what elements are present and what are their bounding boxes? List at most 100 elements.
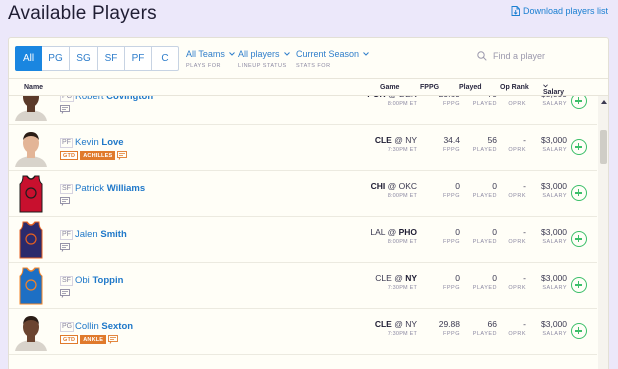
news-note-icon[interactable] [60,243,70,252]
game-info: CLE @ NY 7:30PM ET [375,273,417,291]
tab-pg[interactable]: PG [42,46,70,71]
news-note-icon[interactable] [60,289,70,298]
played-cell: 0 PLAYED [473,273,497,291]
first-name: Jalen [75,229,98,240]
oprank-value: - [523,227,526,237]
salary-label: SALARY [542,193,567,199]
away-team: POR [367,96,385,99]
salary-cell: $3,000 SALARY [541,181,567,199]
player-name-link[interactable]: Jalen Smith [75,229,127,240]
tab-pf[interactable]: PF [125,46,152,71]
news-note-icon[interactable] [108,335,119,344]
played-value: 0 [492,273,497,283]
salary-cell: $3,000 SALARY [541,96,567,107]
player-row[interactable]: PG Collin Sexton GTD ANKLE CLE @ NY 7:30… [9,309,597,355]
played-cell: 0 PLAYED [473,227,497,245]
search-placeholder: Find a player [493,51,546,61]
away-team: CHI [370,181,386,191]
download-link-label: Download players list [522,6,608,16]
player-name-link[interactable]: Robert Covington [75,96,153,102]
player-row[interactable]: SF Patrick Williams CHI @ OKC 8:00PM ET … [9,171,597,217]
col-salary[interactable]: Salary [543,84,564,96]
oprank-label: OPRK [508,193,526,199]
column-header: Name Game FPPG Played Op Rank Salary [9,79,608,96]
fppg-label: FPPG [443,285,460,291]
first-name: Patrick [75,183,105,194]
scroll-up-arrow-icon[interactable] [601,100,607,104]
filter-bar: All PG SG SF PF C All Teams PLAYS FOR Al… [9,38,608,79]
position-tabs: All PG SG SF PF C [15,46,179,71]
teams-sub: PLAYS FOR [186,63,221,69]
search-field[interactable]: Find a player [477,51,545,61]
news-status [60,197,70,206]
col-game[interactable]: Game [380,84,399,91]
played-label: PLAYED [472,239,497,245]
game-time: 7:30PM ET [387,331,417,337]
download-players-link[interactable]: Download players list [511,6,608,16]
fppg-cell: 34.4 FPPG [443,135,460,153]
player-list: PG Robert Covington POR @ DEN 8:00PM ET … [9,96,597,369]
player-row[interactable]: PG Robert Covington POR @ DEN 8:00PM ET … [9,96,597,125]
game-time: 8:00PM ET [387,101,417,107]
col-played[interactable]: Played [459,84,482,91]
status-value: All players [238,49,280,59]
status-dropdown[interactable]: All players LINEUP STATUS [238,49,290,71]
position-badge: PF [60,230,73,240]
tab-all[interactable]: All [15,46,42,71]
player-headshot [15,96,47,121]
fppg-cell: 29.88 FPPG [439,319,460,337]
add-player-button[interactable] [571,139,587,155]
news-note-icon[interactable] [60,197,70,206]
add-player-button[interactable] [571,277,587,293]
played-label: PLAYED [472,285,497,291]
game-info: CLE @ NY 7:30PM ET [374,135,417,153]
played-value: 0 [492,227,497,237]
oprank-cell: - OPRK [508,273,526,291]
salary-cell: $3,000 SALARY [541,135,567,153]
played-label: PLAYED [472,193,497,199]
col-name[interactable]: Name [24,84,43,91]
tab-c[interactable]: C [152,46,179,71]
played-value: 0 [492,181,497,191]
tab-sf[interactable]: SF [98,46,125,71]
add-player-button[interactable] [571,185,587,201]
first-name: Obi [75,275,90,286]
fppg-cell: 0 FPPG [443,227,460,245]
away-team: CLE [374,135,392,145]
add-player-button[interactable] [571,96,587,109]
player-name-link[interactable]: Collin Sexton [75,321,133,332]
scrollbar[interactable] [598,96,608,369]
tab-sg[interactable]: SG [70,46,98,71]
oprank-value: - [523,135,526,145]
away-team: CLE [374,319,392,329]
col-oprank[interactable]: Op Rank [500,84,529,91]
add-player-button[interactable] [571,323,587,339]
player-name-link[interactable]: Kevin Love [75,137,124,148]
home-team: NY [405,319,417,329]
oprank-label: OPRK [508,147,526,153]
teams-dropdown[interactable]: All Teams PLAYS FOR [186,49,235,71]
game-info: LAL @ PHO 8:00PM ET [370,227,417,245]
played-cell: 0 PLAYED [473,181,497,199]
news-note-icon[interactable] [117,151,128,160]
player-name-link[interactable]: Patrick Williams [75,183,145,194]
played-value: 56 [487,135,497,145]
col-fppg[interactable]: FPPG [420,84,439,91]
add-player-button[interactable] [571,231,587,247]
away-team: LAL [370,227,386,237]
first-name: Robert [75,96,104,102]
news-note-icon[interactable] [60,105,70,114]
game-time: 7:30PM ET [387,285,417,291]
player-row[interactable]: SF Obi Toppin CLE @ NY 7:30PM ET 0 FPPG … [9,263,597,309]
player-name-link[interactable]: Obi Toppin [75,275,123,286]
season-value: Current Season [296,49,360,59]
player-row[interactable]: PF Jalen Smith LAL @ PHO 8:00PM ET 0 FPP… [9,217,597,263]
scroll-thumb[interactable] [600,130,607,164]
fppg-label: FPPG [443,101,460,107]
player-row[interactable]: PF Kevin Love GTD ACHILLES CLE @ NY 7:30… [9,125,597,171]
chevron-down-icon [229,52,235,56]
fppg-label: FPPG [443,239,460,245]
game-time: 8:00PM ET [387,239,417,245]
first-name: Kevin [75,137,99,148]
season-dropdown[interactable]: Current Season STATS FOR [296,49,369,71]
